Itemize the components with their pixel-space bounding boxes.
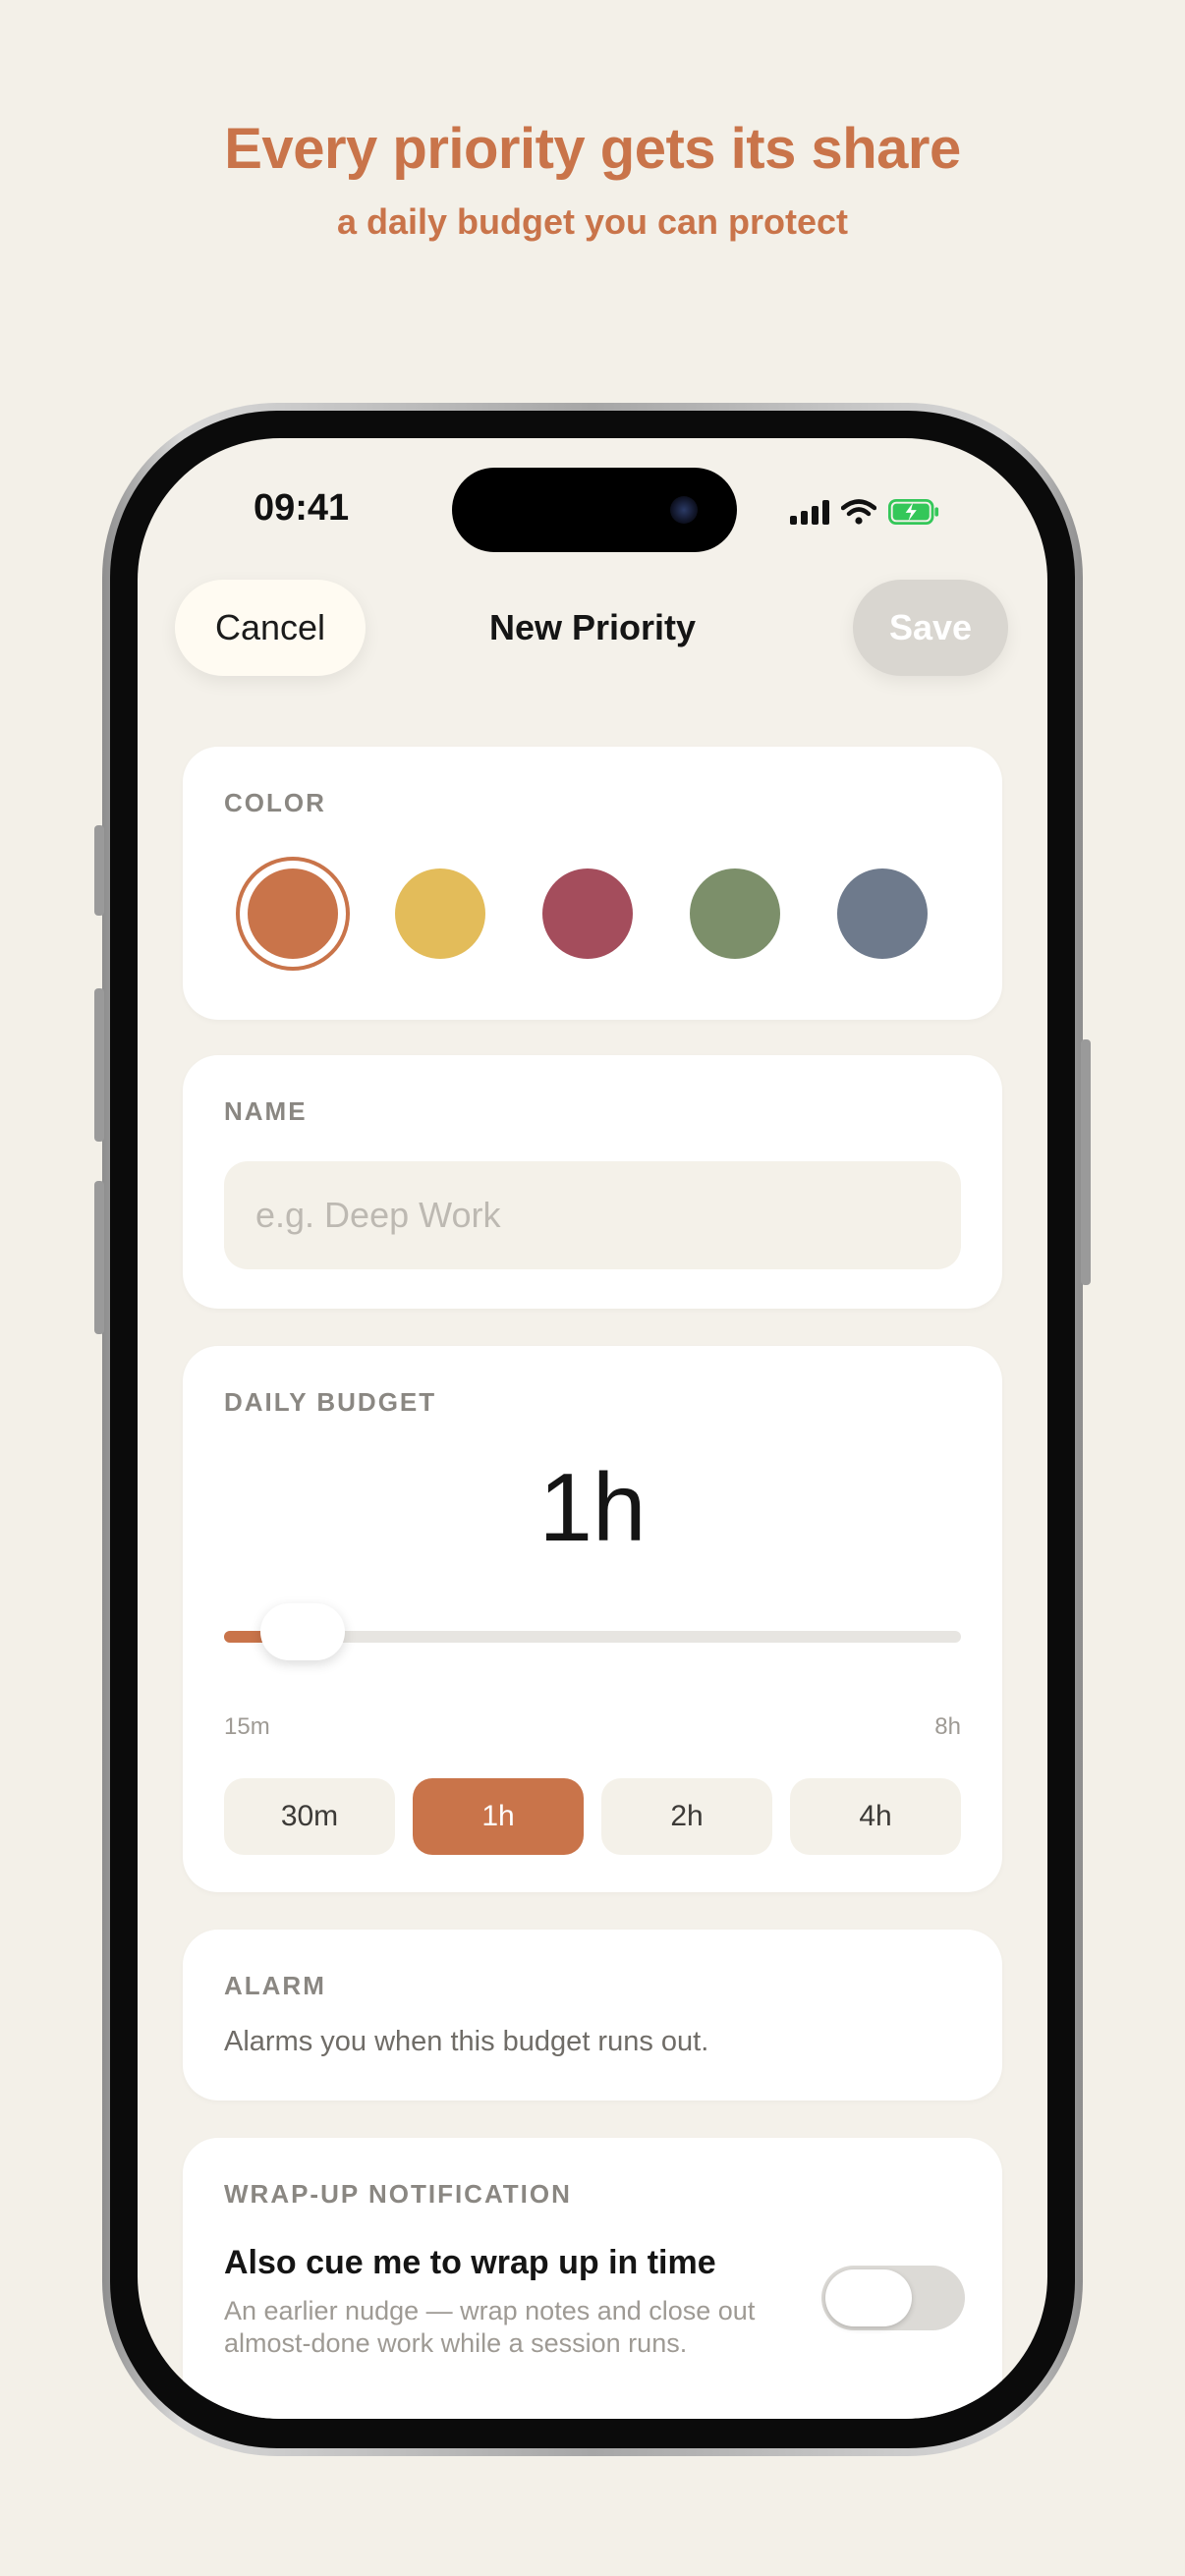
preset-1h-button[interactable]: 1h (413, 1778, 584, 1855)
wifi-icon (841, 499, 876, 525)
color-swatch-terracotta[interactable] (248, 868, 338, 959)
alarm-description: Alarms you when this budget runs out. (224, 2026, 709, 2057)
wrapup-description: An earlier nudge — wrap notes and close … (224, 2296, 756, 2358)
color-swatch-mustard[interactable] (395, 868, 485, 959)
dynamic-island (452, 468, 737, 552)
budget-value-display: 1h (538, 1453, 647, 1561)
status-time: 09:41 (254, 487, 350, 529)
color-swatch-sage[interactable] (690, 868, 780, 959)
wrapup-card: WRAP-UP NOTIFICATION Also cue me to wrap… (183, 2138, 1002, 2419)
preset-4h-button[interactable]: 4h (790, 1778, 961, 1855)
marketing-title: Every priority gets its share (224, 117, 961, 181)
wrapup-toggle[interactable] (821, 2266, 965, 2330)
wrapup-title: Also cue me to wrap up in time (224, 2244, 716, 2281)
preset-2h-button[interactable]: 2h (601, 1778, 772, 1855)
name-card: NAME (183, 1055, 1002, 1309)
section-label-daily-budget: DAILY BUDGET (224, 1387, 437, 1417)
color-card: COLOR (183, 747, 1002, 1020)
slider-max-label: 8h (934, 1713, 961, 1740)
camera-lens (670, 496, 698, 524)
save-button[interactable]: Save (853, 580, 1008, 676)
app-screen: 09:41 Cancel New Priority Save COLOR NAM… (138, 438, 1047, 2419)
preset-30m-button[interactable]: 30m (224, 1778, 395, 1855)
budget-slider[interactable] (224, 1603, 961, 1660)
action-button (94, 825, 104, 916)
volume-down-button (94, 1181, 104, 1334)
section-label-color: COLOR (224, 788, 326, 817)
marketing-subtitle: a daily budget you can protect (336, 201, 849, 242)
toggle-knob (825, 2269, 912, 2326)
section-label-alarm: ALARM (224, 1971, 326, 2000)
section-label-wrapup: WRAP-UP NOTIFICATION (224, 2179, 572, 2209)
name-input[interactable] (224, 1161, 961, 1269)
status-icons (790, 497, 939, 527)
slider-thumb[interactable] (260, 1603, 346, 1660)
power-button (1081, 1039, 1091, 1285)
cellular-signal-icon (790, 499, 829, 525)
alarm-card: ALARM Alarms you when this budget runs o… (183, 1930, 1002, 2100)
slider-min-label: 15m (224, 1713, 270, 1740)
volume-up-button (94, 988, 104, 1142)
section-label-name: NAME (224, 1096, 308, 1126)
daily-budget-card: DAILY BUDGET 1h 15m 8h 30m 1h 2h 4h (183, 1346, 1002, 1892)
battery-charging-icon (888, 499, 939, 525)
color-swatch-raspberry[interactable] (542, 868, 633, 959)
color-swatch-slate[interactable] (837, 868, 928, 959)
